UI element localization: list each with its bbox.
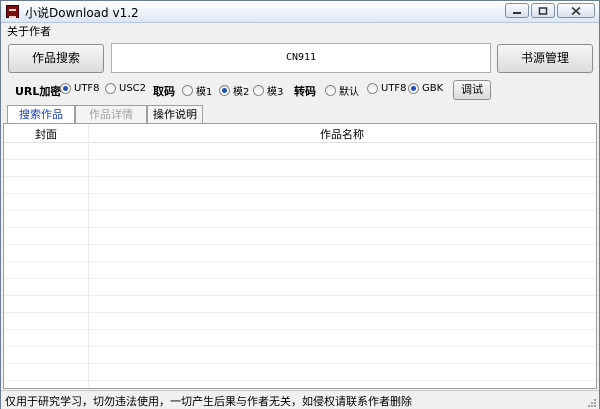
tab-work-details[interactable]: 作品详情 (75, 105, 147, 123)
title-bar[interactable]: 小说Download v1.2 (1, 1, 599, 23)
options-row: URL加密 UTF8 USC2 取码 模1 模2 模3 转码 默认 UTF8 G… (1, 80, 599, 100)
status-text: 仅用于研究学习，切勿违法使用，一切产生后果与作者无关，如侵权请联系作者删除 (5, 395, 412, 408)
close-button[interactable] (557, 3, 595, 18)
search-button[interactable]: 作品搜索 (8, 44, 104, 73)
radio-url-utf8[interactable]: UTF8 (60, 83, 100, 94)
convert-label: 转码 (294, 85, 316, 98)
radio-fetch-3[interactable]: 模3 (253, 83, 283, 98)
tab-search-works[interactable]: 搜索作品 (7, 105, 75, 124)
tab-bar: 搜索作品 作品详情 操作说明 (1, 105, 599, 124)
minimize-button[interactable] (505, 3, 529, 18)
radio-fetch-2[interactable]: 模2 (219, 83, 249, 98)
menu-bar: 关于作者 (1, 23, 599, 39)
radio-icon (253, 85, 264, 96)
window-controls (505, 3, 595, 18)
radio-convert-utf8[interactable]: UTF8 (367, 83, 407, 94)
app-icon (6, 5, 19, 18)
url-encode-label: URL加密 (15, 85, 62, 98)
minimize-icon (513, 11, 521, 14)
radio-icon (105, 83, 116, 94)
debug-button[interactable]: 调试 (453, 80, 491, 100)
maximize-icon (538, 6, 548, 15)
radio-icon (182, 85, 193, 96)
results-table[interactable]: 封面 作品名称 (3, 123, 597, 389)
radio-fetch-1[interactable]: 模1 (182, 83, 212, 98)
tab-instructions[interactable]: 操作说明 (147, 105, 203, 123)
resize-grip-icon[interactable] (586, 397, 597, 408)
column-header-title[interactable]: 作品名称 (88, 126, 596, 142)
fetch-label: 取码 (153, 85, 175, 98)
radio-icon (367, 83, 378, 94)
radio-selected-icon (408, 83, 419, 94)
maximize-button[interactable] (531, 3, 555, 18)
table-header: 封面 作品名称 (4, 124, 596, 143)
menu-about-author[interactable]: 关于作者 (7, 23, 51, 39)
window-title: 小说Download v1.2 (25, 6, 139, 20)
search-input[interactable]: CN911 (111, 43, 491, 73)
radio-convert-default[interactable]: 默认 (325, 83, 359, 98)
radio-convert-gbk[interactable]: GBK (408, 83, 443, 94)
close-icon (571, 6, 581, 15)
status-bar: 仅用于研究学习，切勿违法使用，一切产生后果与作者无关，如侵权请联系作者删除 (1, 390, 599, 409)
column-header-cover[interactable]: 封面 (4, 126, 88, 142)
radio-selected-icon (219, 85, 230, 96)
radio-selected-icon (60, 83, 71, 94)
source-manage-button[interactable]: 书源管理 (497, 44, 593, 73)
radio-icon (325, 85, 336, 96)
radio-url-usc2[interactable]: USC2 (105, 83, 146, 94)
app-window: 小说Download v1.2 关于作者 作品搜索 CN911 书源管理 URL… (0, 0, 600, 409)
table-body[interactable] (4, 143, 596, 388)
